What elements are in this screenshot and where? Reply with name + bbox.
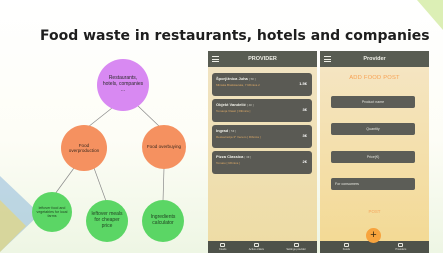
connector-root-overproduction xyxy=(87,107,113,128)
list-icon xyxy=(253,243,259,248)
quantity-field[interactable]: Quantity xyxy=(331,123,415,135)
nav-item-active-orders[interactable]: Active orders xyxy=(249,243,264,251)
food-card-amount: 3€ xyxy=(302,133,307,138)
mindmap-overproduction-node: Food overproduction xyxy=(61,125,107,171)
food-card-name: Ingrad xyxy=(216,128,229,133)
provider-app-title: PROVIDER xyxy=(248,56,277,62)
food-card-amount: 3€ xyxy=(302,107,307,112)
connector-over-mid xyxy=(93,167,107,202)
food-card-name: Pizza Classica xyxy=(216,154,244,159)
nav-item-label: Foods xyxy=(342,247,350,251)
food-card-amount: 2€ xyxy=(302,159,307,164)
mindmap-cheaper-meals-node: leftover meals for cheaper price xyxy=(86,200,128,242)
nav-item-label: Settings provider xyxy=(286,247,306,251)
mindmap-overbuying-node: Food overbuying xyxy=(142,125,186,169)
food-card-category: [ 5€ ] xyxy=(248,77,256,81)
hamburger-icon[interactable] xyxy=(212,56,219,62)
food-card-name: Šporjižnica Juha xyxy=(216,76,248,81)
food-card-category: [ 3€ ] xyxy=(244,155,252,159)
connector-root-overbuying xyxy=(137,105,161,128)
add-post-phone-screen: Provider ADD FOOD POST Product name Quan… xyxy=(320,51,429,253)
nav-item-foods[interactable]: Foods xyxy=(343,243,350,251)
hamburger-icon[interactable] xyxy=(324,56,331,62)
food-card-category: [ 4€ ] xyxy=(246,103,254,107)
provider-app-bar: PROVIDER xyxy=(208,51,317,67)
box-icon xyxy=(220,243,226,248)
add-food-post-heading: ADD FOOD POST xyxy=(349,75,400,81)
connector-over-left xyxy=(54,167,75,195)
presentation-slide: Food waste in restaurants, hotels and co… xyxy=(0,0,443,253)
product-name-field[interactable]: Product name xyxy=(331,96,415,108)
food-card-subtitle: Mlinska Bratislavska, 7 Ribnica 2 xyxy=(216,83,260,87)
user-icon xyxy=(398,243,404,248)
add-post-app-title: Provider xyxy=(363,56,386,62)
provider-phone-screen: PROVIDER Šporjižnica Juha [ 5€ ] Mlinska… xyxy=(208,51,317,253)
home-icon xyxy=(343,243,349,248)
food-card[interactable]: Šporjižnica Juha [ 5€ ] Mlinska Bratisla… xyxy=(212,73,312,96)
food-card[interactable]: Objekt Vandelić [ 4€ ] Tomanja Vlasic [ … xyxy=(212,99,312,122)
food-card-subtitle: Tomato [ Ribnica ] xyxy=(216,161,241,165)
nav-item-label: Active orders xyxy=(248,247,264,251)
connector-overbuy-right xyxy=(162,167,165,202)
food-card[interactable]: Ingrad [ 5€ ] Restavracija 3° Vecero [ R… xyxy=(212,125,312,148)
provider-bottom-nav: Foods Active orders Settings provider xyxy=(208,241,317,253)
food-card-name: Objekt Vandelić xyxy=(216,102,246,107)
post-button[interactable]: POST xyxy=(320,209,429,214)
mindmap-calculator-node: Ingredients calculator xyxy=(142,200,184,242)
mindmap-root-node: Restaurants, hotels, companies ... xyxy=(97,59,149,111)
add-post-app-bar: Provider xyxy=(320,51,429,67)
food-card-subtitle: Restavracija 3° Vecero [ Ribnica ] xyxy=(216,135,261,139)
nav-item-label: Providers xyxy=(395,247,407,251)
nav-item-label: Foods xyxy=(219,247,227,251)
price-field[interactable]: Price(€) xyxy=(331,151,415,163)
nav-item-settings-provider[interactable]: Settings provider xyxy=(286,243,306,251)
nav-item-foods[interactable]: Foods xyxy=(219,243,226,251)
mindmap-farms-node: leftover food and vegetables for local f… xyxy=(32,192,72,232)
food-card[interactable]: Pizza Classica [ 3€ ] Tomato [ Ribnica ]… xyxy=(212,151,312,174)
food-card-category: [ 5€ ] xyxy=(229,129,237,133)
nav-item-providers[interactable]: Providers xyxy=(395,243,406,251)
food-card-amount: 1.5€ xyxy=(299,81,307,86)
food-card-subtitle: Tomanja Vlasic [ Ribnica ] xyxy=(216,109,251,113)
for-consumers-field[interactable]: For consumers xyxy=(331,178,415,190)
add-button[interactable]: + xyxy=(366,228,381,243)
settings-icon xyxy=(293,243,299,248)
